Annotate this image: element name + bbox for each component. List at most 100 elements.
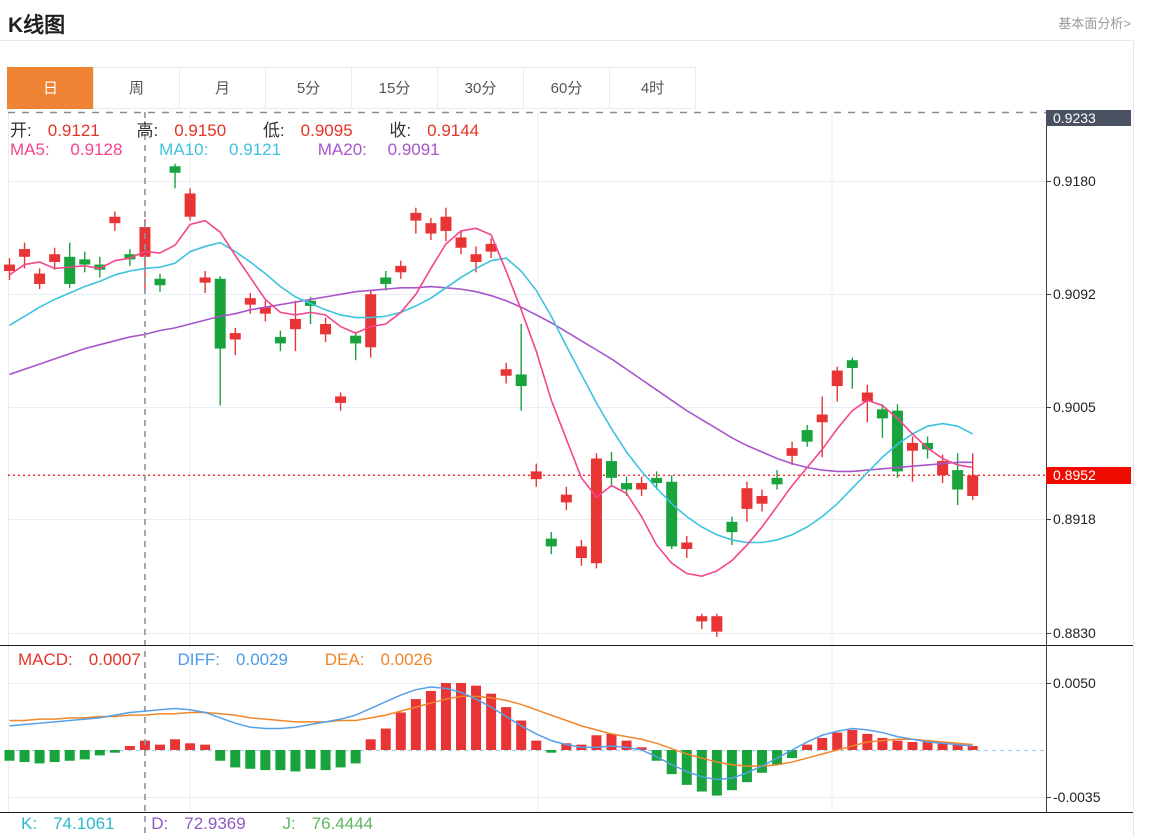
ma5-label: MA5: (10, 140, 50, 159)
candle-body (771, 477, 783, 485)
open-label: 开: (10, 121, 32, 140)
macd-histogram-bar (531, 740, 542, 750)
candle-body (967, 475, 979, 496)
macd-histogram-bar (757, 750, 767, 773)
d-label: D: (151, 814, 169, 833)
dea-label: DEA: (324, 650, 365, 669)
kdj-legend: K: 74.1061 D: 72.9369 J: 76.4444 (21, 814, 405, 834)
macd-histogram-bar (486, 693, 497, 750)
candle-body (801, 430, 813, 442)
candle-body (606, 461, 617, 478)
j-label: J: (282, 814, 296, 833)
macd-histogram-bar (892, 740, 903, 750)
macd-histogram-bar (335, 750, 346, 768)
candle-body (64, 256, 76, 284)
macd-histogram-bar (245, 750, 256, 769)
macd-axis-label: 0.0050 (1053, 674, 1096, 691)
candle-body (154, 278, 166, 286)
candle-body (320, 324, 332, 335)
candle-body (756, 495, 768, 504)
ma20-value: 0.9091 (387, 140, 440, 159)
macd-histogram-bar (79, 750, 90, 760)
price-axis-label: 0.9180 (1053, 172, 1096, 189)
candle-body (907, 442, 918, 451)
candle-body (79, 259, 91, 265)
macd-histogram-bar (109, 750, 120, 753)
macd-legend: MACD: 0.0007 DIFF: 0.0029 DEA: 0.0026 (18, 650, 464, 670)
axis-max-badge: 0.9233 (1046, 110, 1131, 126)
macd-histogram-bar (260, 750, 271, 771)
ma-legend: MA5: 0.9128 MA10: 0.9121 MA20: 0.9091 (10, 140, 472, 160)
candle-body (816, 414, 828, 423)
candle-body (410, 212, 422, 221)
candle-body (636, 483, 648, 490)
macd-histogram-bar (215, 750, 226, 761)
price-axis-label: 0.9005 (1053, 398, 1096, 415)
macd-histogram-bar (305, 750, 316, 769)
macd-histogram-bar (546, 750, 557, 753)
candle-body (711, 616, 723, 632)
candle-body (425, 223, 437, 234)
candle-body (500, 369, 512, 376)
macd-histogram-bar (922, 741, 933, 750)
candle-body (335, 396, 347, 403)
macd-histogram-bar (4, 750, 15, 761)
macd-histogram-bar (967, 745, 978, 750)
macd-histogram-bar (94, 750, 105, 756)
k-value: 74.1061 (53, 814, 115, 833)
close-label: 收: (389, 121, 412, 140)
candle-body (244, 298, 256, 305)
macd-histogram-bar (290, 750, 301, 772)
macd-histogram-bar (34, 750, 45, 764)
candle-body (470, 254, 482, 262)
ma10-label: MA10: (159, 140, 209, 159)
macd-histogram-bar (200, 744, 211, 750)
candle-body (575, 546, 587, 559)
candle-body (214, 278, 226, 349)
macd-histogram-bar (832, 732, 843, 750)
candle-body (199, 277, 211, 283)
candle-body (530, 471, 542, 480)
candle-body (786, 448, 798, 456)
candle-body (350, 335, 362, 344)
candle-body (49, 254, 61, 262)
low-label: 低: (262, 121, 285, 140)
candle-body (455, 237, 467, 248)
dea-value: 0.0026 (380, 650, 433, 669)
ma20-label: MA20: (317, 140, 367, 159)
candle-body (621, 483, 633, 490)
macd-histogram-bar (320, 750, 331, 771)
candle-body (590, 458, 602, 564)
price-axis-label: 0.8918 (1053, 510, 1096, 527)
macd-histogram-bar (350, 750, 361, 764)
candle-body (380, 277, 392, 284)
candle-body (169, 166, 181, 173)
ohlc-legend: 开: 0.9121 高: 0.9150 低: 0.9095 收: 0.9144 (10, 116, 511, 141)
macd-histogram-bar (275, 750, 286, 771)
macd-histogram-bar (606, 733, 617, 750)
ma5-line (9, 219, 973, 577)
macd-histogram-bar (516, 720, 527, 750)
candle-body (395, 265, 407, 273)
macd-histogram-bar (711, 750, 722, 796)
candle-body (289, 318, 301, 330)
macd-histogram-bar (380, 728, 391, 750)
d-value: 72.9369 (184, 814, 246, 833)
candle-body (34, 273, 46, 284)
macd-histogram-bar (155, 744, 165, 750)
candle-body (681, 542, 693, 549)
macd-histogram-bar (365, 739, 376, 750)
macd-histogram-bar (440, 682, 451, 750)
candle-body (846, 360, 858, 368)
diff-label: DIFF: (177, 650, 221, 669)
macd-value: 0.0007 (88, 650, 141, 669)
candle-body (4, 264, 15, 272)
candle-body (229, 333, 241, 340)
macd-label: MACD: (18, 650, 73, 669)
candle-body (560, 494, 572, 503)
macd-axis-label: -0.0035 (1053, 788, 1101, 805)
close-value: 0.9144 (427, 121, 480, 140)
candle-body (651, 477, 663, 484)
macd-histogram-bar (19, 750, 30, 763)
macd-histogram-bar (49, 750, 60, 763)
